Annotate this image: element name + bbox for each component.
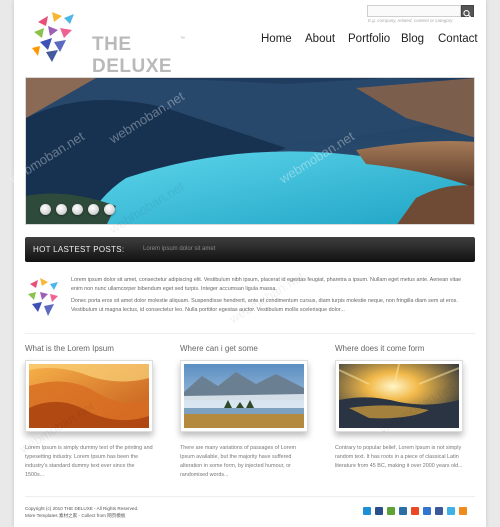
rss-icon[interactable] (459, 507, 467, 515)
search-input[interactable] (367, 5, 461, 17)
slider-dot[interactable] (56, 204, 67, 215)
column-title[interactable]: Where can i get some (180, 344, 320, 353)
slider-dot[interactable] (88, 204, 99, 215)
column-text: Contrary to popular belief, Lorem Ipsum … (335, 445, 463, 469)
search-hint: E.g. company, related, content or catego… (368, 18, 453, 23)
sunset-image (339, 364, 459, 428)
myspace-icon[interactable] (375, 507, 383, 515)
stumbleupon-icon[interactable] (411, 507, 419, 515)
feature-column: Where can i get some There are many vari… (180, 344, 320, 480)
logo-text: THE DELUXE (92, 34, 173, 77)
column-thumbnail[interactable] (335, 360, 463, 432)
intro-paragraph: Lorem ipsum dolor sit amet, consectetur … (71, 277, 462, 292)
linkedin-icon[interactable] (399, 507, 407, 515)
column-thumbnail[interactable] (180, 360, 308, 432)
skype-icon[interactable] (363, 507, 371, 515)
intro-paragraph: Donec porta eros sit amet dolor molestie… (71, 298, 458, 313)
copyright: Copyright (c) 2010 THE DELUXE - All Righ… (25, 506, 139, 511)
column-thumbnail[interactable] (25, 360, 153, 432)
column-title[interactable]: What is the Lorem Ipsum (25, 344, 165, 353)
divider (25, 333, 475, 334)
desert-image (29, 364, 149, 428)
nav-home[interactable]: Home (261, 33, 292, 45)
feature-column: Where does it come form Contrary to popu… (335, 344, 475, 471)
hero-slider[interactable] (25, 77, 475, 225)
nav-portfolio[interactable]: Portfolio (348, 33, 390, 45)
column-title[interactable]: Where does it come form (335, 344, 475, 353)
latest-posts-label: HOT LASTEST POSTS: (33, 245, 125, 254)
footer-text: Copyright (c) 2010 THE DELUXE - All Righ… (25, 505, 138, 519)
facebook-icon[interactable] (435, 507, 443, 515)
search-button[interactable] (461, 5, 474, 19)
mountain-lake-image (184, 364, 304, 428)
divider (25, 496, 475, 497)
column-text: There are many variations of passages of… (180, 445, 296, 478)
page: THE DELUXE ™ E.g. company, related, cont… (7, 0, 486, 527)
column-text: Lorem Ipsum is simply dummy text of the … (25, 445, 153, 478)
nav-contact[interactable]: Contact (438, 33, 478, 45)
delicious-icon[interactable] (423, 507, 431, 515)
intro-text: Lorem ipsum dolor sit amet, consectetur … (71, 276, 471, 318)
nav-blog[interactable]: Blog (401, 33, 424, 45)
birds-icon (28, 278, 58, 316)
slider-dot[interactable] (72, 204, 83, 215)
latest-posts-bar: HOT LASTEST POSTS: Lorem ipsum dolor sit… (25, 237, 475, 262)
twitter-icon[interactable] (447, 507, 455, 515)
nav-about[interactable]: About (305, 33, 335, 45)
slider-dot[interactable] (104, 204, 115, 215)
birds-logo-icon (32, 12, 74, 62)
logo-trademark: ™ (180, 36, 185, 42)
hero-image (26, 78, 474, 224)
slider-dot[interactable] (40, 204, 51, 215)
template-credit[interactable]: More Templates 素材之家 - Collect from 网页模板 (25, 512, 138, 519)
feature-column: What is the Lorem Ipsum Lorem Ipsum is s… (25, 344, 165, 480)
logo[interactable]: THE DELUXE ™ (30, 8, 190, 77)
technorati-icon[interactable] (387, 507, 395, 515)
latest-posts-link[interactable]: Lorem ipsum dolor sit amet (143, 246, 215, 252)
